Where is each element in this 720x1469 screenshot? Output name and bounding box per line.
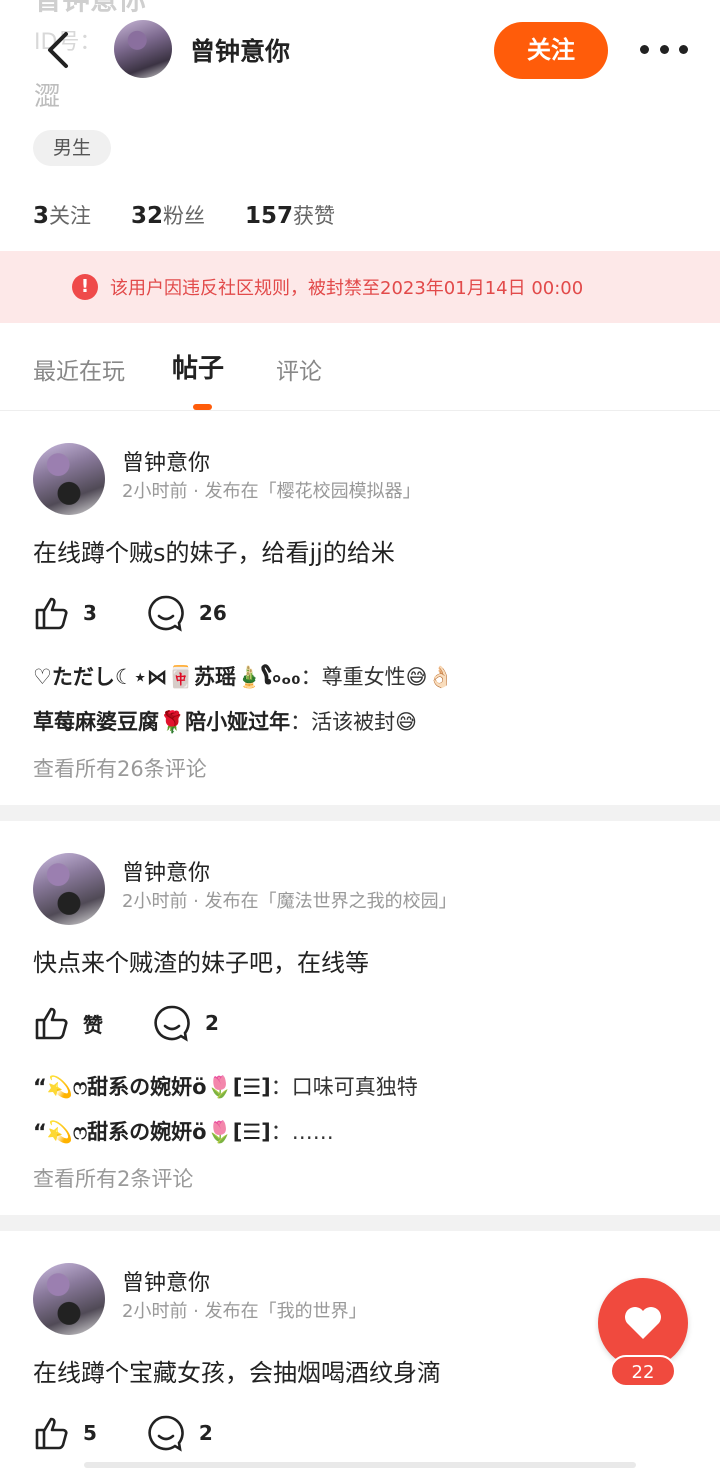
heart-icon (625, 1307, 661, 1339)
like-count: 5 (83, 1421, 97, 1445)
view-all-comments-link[interactable]: 查看所有2条评论 (33, 1163, 193, 1193)
comment-preview[interactable]: 草莓麻婆豆腐🌹陪小娅过年：活该被封😅 (33, 706, 417, 736)
avatar[interactable] (33, 853, 105, 925)
post-author[interactable]: 曾钟意你 (122, 445, 210, 477)
following-stat[interactable]: 3关注 (33, 200, 91, 230)
likes-received-stat[interactable]: 157获赞 (245, 200, 335, 230)
divider (0, 805, 720, 821)
avatar[interactable] (33, 443, 105, 515)
post-author[interactable]: 曾钟意你 (122, 1265, 210, 1297)
like-count: 赞 (83, 1012, 103, 1037)
avatar[interactable] (114, 20, 172, 78)
comment-icon[interactable] (153, 1004, 191, 1042)
ban-notice-banner: ! 该用户因违反社区规则，被封禁至2023年01月14日 00:00 (0, 251, 720, 323)
like-count: 3 (83, 601, 97, 625)
post-actions: 5 2 (33, 1411, 213, 1455)
post-author[interactable]: 曾钟意你 (122, 855, 210, 887)
post-card[interactable]: 曾钟意你 2小时前 · 发布在「魔法世界之我的校园」 快点来个贼渣的妹子吧，在线… (0, 821, 720, 1215)
scroll-indicator (84, 1462, 636, 1468)
post-content[interactable]: 在线蹲个宝藏女孩，会抽烟喝酒纹身滴 (33, 1353, 441, 1388)
tab-posts[interactable]: 帖子 (172, 348, 224, 385)
comment-preview[interactable]: “💫ෆ甜系の婉妍ö🌷[☰]：…… (33, 1116, 334, 1146)
comment-count: 2 (205, 1011, 219, 1035)
floating-like-count: 22 (610, 1355, 676, 1387)
tab-comments[interactable]: 评论 (276, 352, 322, 386)
divider (0, 1215, 720, 1231)
comment-icon[interactable] (147, 1414, 185, 1452)
back-arrow-icon[interactable] (40, 30, 80, 70)
tab-recent-games[interactable]: 最近在玩 (33, 352, 125, 386)
post-meta: 2小时前 · 发布在「樱花校园模拟器」 (122, 481, 421, 502)
post-content[interactable]: 在线蹲个贼s的妹子，给看jj的给米 (33, 533, 395, 568)
post-content[interactable]: 快点来个贼渣的妹子吧，在线等 (33, 943, 369, 978)
post-meta: 2小时前 · 发布在「魔法世界之我的校园」 (122, 891, 457, 912)
followers-stat[interactable]: 32粉丝 (131, 200, 205, 230)
profile-tabs: 最近在玩 帖子 评论 (0, 340, 720, 410)
profile-name: 曾钟意你 (190, 37, 291, 66)
thumbs-up-icon[interactable] (33, 1414, 71, 1452)
comment-icon[interactable] (147, 594, 185, 632)
follow-button[interactable]: 关注 (494, 22, 608, 79)
ban-notice-text: 该用户因违反社区规则，被封禁至2023年01月14日 00:00 (110, 278, 584, 299)
avatar[interactable] (33, 1263, 105, 1335)
post-meta: 2小时前 · 发布在「我的世界」 (122, 1301, 367, 1322)
post-card[interactable]: 曾钟意你 2小时前 · 发布在「樱花校园模拟器」 在线蹲个贼s的妹子，给看jj的… (0, 411, 720, 805)
post-actions: 赞 2 (33, 1001, 219, 1045)
top-bar: 曾钟意你 关注 (0, 0, 720, 100)
warning-icon: ! (72, 274, 98, 300)
thumbs-up-icon[interactable] (33, 1004, 71, 1042)
comment-count: 26 (198, 601, 227, 625)
gender-tag: 男生 (33, 130, 112, 166)
comment-preview[interactable]: “💫ෆ甜系の婉妍ö🌷[☰]：口味可真独特 (33, 1071, 418, 1101)
comment-count: 2 (198, 1421, 213, 1445)
more-options-icon[interactable] (640, 42, 688, 56)
profile-stats: 3关注 32粉丝 157获赞 (33, 200, 335, 230)
comment-preview[interactable]: ♡ただし☾⋆⋈🀄苏瑶🎍ໂ৹ₒ₀：尊重女性😅👌🏻 (33, 661, 454, 696)
thumbs-up-icon[interactable] (33, 594, 71, 632)
post-actions: 3 26 (33, 591, 227, 635)
view-all-comments-link[interactable]: 查看所有26条评论 (33, 753, 207, 783)
